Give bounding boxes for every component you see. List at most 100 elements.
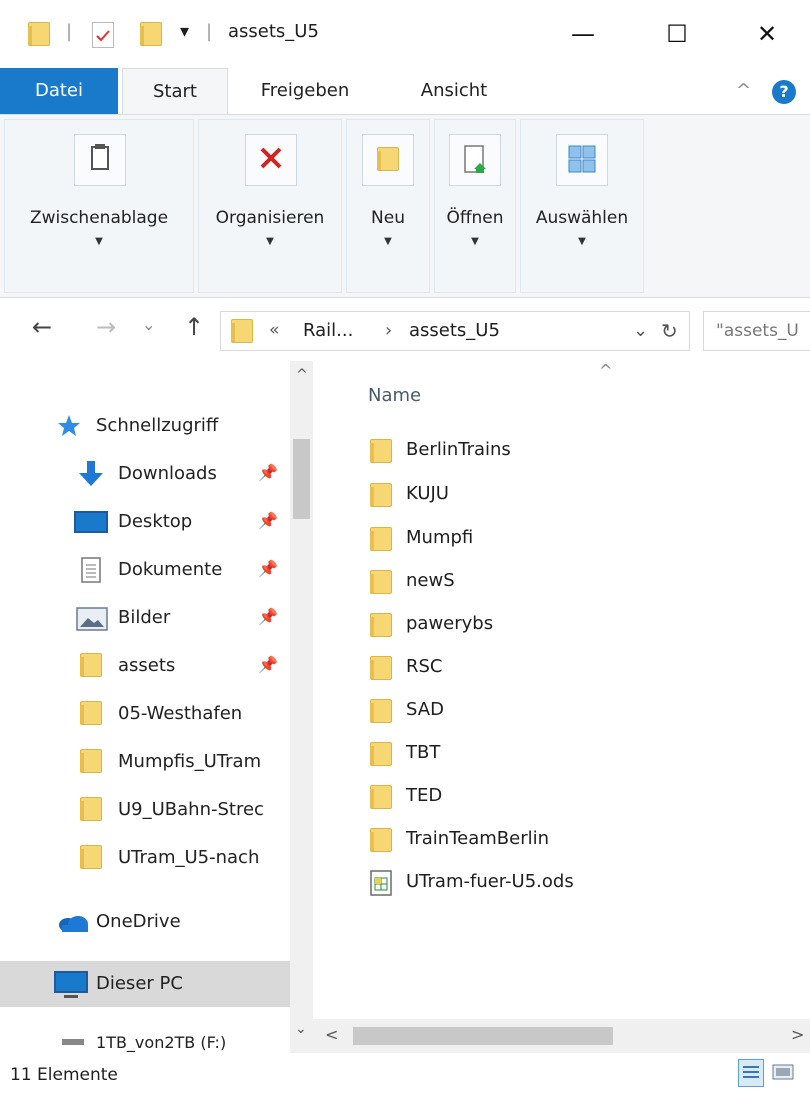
pin-icon[interactable]: 📌 xyxy=(258,607,278,626)
nav-item-downloads[interactable]: Downloads 📌 xyxy=(0,451,290,497)
file-name: pawerybs xyxy=(406,613,494,634)
breadcrumb-separator[interactable]: › xyxy=(385,320,392,341)
nav-item-pictures[interactable]: Bilder 📌 xyxy=(0,595,290,641)
ribbon-group-organize[interactable]: Organisieren ▼ xyxy=(198,119,342,293)
delete-icon xyxy=(245,134,297,186)
nav-item-u9-ubahn[interactable]: U9_UBahn-Strec xyxy=(0,787,290,833)
qat-separator: | xyxy=(66,21,73,42)
file-name: TBT xyxy=(406,742,441,763)
tab-file[interactable]: Datei xyxy=(0,68,118,114)
file-name: TrainTeamBerlin xyxy=(406,828,549,849)
ribbon-group-label: Auswählen xyxy=(535,208,629,228)
back-button[interactable]: ← xyxy=(32,313,52,341)
drive-icon xyxy=(62,1039,84,1045)
column-header-name[interactable]: Name xyxy=(368,385,421,406)
window-title: assets_U5 xyxy=(228,21,319,42)
ribbon-tabs: Datei Start Freigeben Ansicht ^ ? xyxy=(0,68,810,114)
ribbon-collapse-icon[interactable]: ^ xyxy=(736,80,751,101)
nav-item-mumpfis-utram[interactable]: Mumpfis_UTram xyxy=(0,739,290,785)
pin-icon[interactable]: 📌 xyxy=(258,463,278,482)
nav-item-assets[interactable]: assets 📌 xyxy=(0,643,290,689)
breadcrumb-current[interactable]: assets_U5 xyxy=(409,320,500,341)
navigation-pane[interactable]: Schnellzugriff Downloads 📌 Desktop 📌 Dok… xyxy=(0,361,313,1053)
address-dropdown-icon[interactable]: ⌄ xyxy=(633,320,648,341)
list-item[interactable]: RSC xyxy=(368,646,788,690)
dropdown-arrow-icon: ▼ xyxy=(266,236,274,247)
tab-share[interactable]: Freigeben xyxy=(240,68,370,114)
tab-start[interactable]: Start xyxy=(122,68,228,114)
folder-icon xyxy=(80,653,102,677)
pin-icon[interactable]: 📌 xyxy=(258,655,278,674)
maximize-button[interactable]: ☐ xyxy=(650,8,704,60)
search-input[interactable]: "assets_U xyxy=(703,311,810,351)
computer-icon xyxy=(54,971,88,993)
nav-scrollbar[interactable]: ^ ⌄ xyxy=(290,361,313,1053)
tab-view[interactable]: Ansicht xyxy=(398,68,510,114)
sort-indicator-icon: ^ xyxy=(599,361,613,380)
documents-icon xyxy=(81,557,101,583)
ribbon-group-open[interactable]: Öffnen ▼ xyxy=(434,119,516,293)
minimize-button[interactable]: — xyxy=(556,8,610,60)
spreadsheet-icon xyxy=(370,870,392,896)
list-item[interactable]: newS xyxy=(368,560,788,604)
status-bar: 11 Elemente xyxy=(0,1053,810,1095)
help-icon[interactable]: ? xyxy=(772,80,796,104)
nav-item-utram-u5[interactable]: UTram_U5-nach xyxy=(0,835,290,881)
address-bar[interactable]: « Rail... › assets_U5 ⌄ ↻ xyxy=(220,311,690,351)
folder-icon xyxy=(231,319,253,343)
nav-item-onedrive[interactable]: OneDrive xyxy=(0,899,290,945)
file-name: Mumpfi xyxy=(406,527,474,548)
nav-scroll-thumb[interactable] xyxy=(293,439,310,519)
qat-dropdown-icon[interactable]: ▾ xyxy=(180,21,189,42)
forward-button[interactable]: → xyxy=(96,313,116,341)
details-view-button[interactable] xyxy=(738,1059,764,1087)
close-button[interactable]: ✕ xyxy=(740,8,794,60)
nav-quick-access[interactable]: Schnellzugriff xyxy=(0,403,290,449)
list-item[interactable]: UTram-fuer-U5.ods xyxy=(368,861,788,905)
dropdown-arrow-icon: ▼ xyxy=(95,236,103,247)
recent-locations-button[interactable]: ⌄ xyxy=(142,315,155,334)
ribbon-group-clipboard[interactable]: Zwischenablage ▼ xyxy=(4,119,194,293)
list-item[interactable]: BerlinTrains xyxy=(368,429,788,473)
nav-item-documents[interactable]: Dokumente 📌 xyxy=(0,547,290,593)
properties-icon[interactable] xyxy=(92,22,114,48)
list-item[interactable]: KUJU xyxy=(368,473,788,517)
large-icons-view-button[interactable] xyxy=(770,1059,798,1087)
folder-icon xyxy=(370,828,392,852)
ribbon-group-label: Zwischenablage xyxy=(29,208,169,228)
list-item[interactable]: TED xyxy=(368,775,788,819)
scroll-left-icon[interactable]: < xyxy=(325,1025,338,1044)
breadcrumb-overflow[interactable]: « xyxy=(269,320,279,340)
refresh-icon[interactable]: ↻ xyxy=(661,319,678,343)
nav-item-this-pc[interactable]: Dieser PC xyxy=(0,961,290,1007)
folder-icon xyxy=(370,656,392,680)
list-item[interactable]: TBT xyxy=(368,732,788,776)
hscroll-thumb[interactable] xyxy=(353,1027,613,1045)
nav-label: Dieser PC xyxy=(96,973,183,994)
desktop-icon xyxy=(74,511,108,533)
nav-label: assets xyxy=(118,655,176,676)
scroll-up-icon[interactable]: ^ xyxy=(296,367,308,383)
scroll-down-icon[interactable]: ⌄ xyxy=(295,1021,307,1037)
file-list[interactable]: ^ Name BerlinTrains KUJU Mumpfi newS paw… xyxy=(313,361,810,1053)
up-button[interactable]: ↑ xyxy=(184,313,204,341)
ribbon-group-select[interactable]: Auswählen ▼ xyxy=(520,119,644,293)
item-count: 11 Elemente xyxy=(10,1065,118,1085)
nav-item-05-westhafen[interactable]: 05-Westhafen xyxy=(0,691,290,737)
list-item[interactable]: SAD xyxy=(368,689,788,733)
nav-item-drive-f[interactable]: 1TB_von2TB (F:) xyxy=(0,1021,290,1053)
list-item[interactable]: pawerybs xyxy=(368,603,788,647)
nav-item-desktop[interactable]: Desktop 📌 xyxy=(0,499,290,545)
ribbon-group-label: Organisieren xyxy=(215,208,325,228)
file-name: BerlinTrains xyxy=(406,439,511,460)
pin-icon[interactable]: 📌 xyxy=(258,511,278,530)
scroll-right-icon[interactable]: > xyxy=(791,1025,804,1044)
ribbon-group-new[interactable]: Neu ▼ xyxy=(346,119,430,293)
list-item[interactable]: Mumpfi xyxy=(368,517,788,561)
breadcrumb-parent[interactable]: Rail... xyxy=(303,320,353,341)
new-folder-qat-icon[interactable] xyxy=(140,22,162,46)
file-list-hscrollbar[interactable]: < > xyxy=(313,1019,810,1053)
folder-icon xyxy=(80,701,102,725)
list-item[interactable]: TrainTeamBerlin xyxy=(368,818,788,862)
pin-icon[interactable]: 📌 xyxy=(258,559,278,578)
